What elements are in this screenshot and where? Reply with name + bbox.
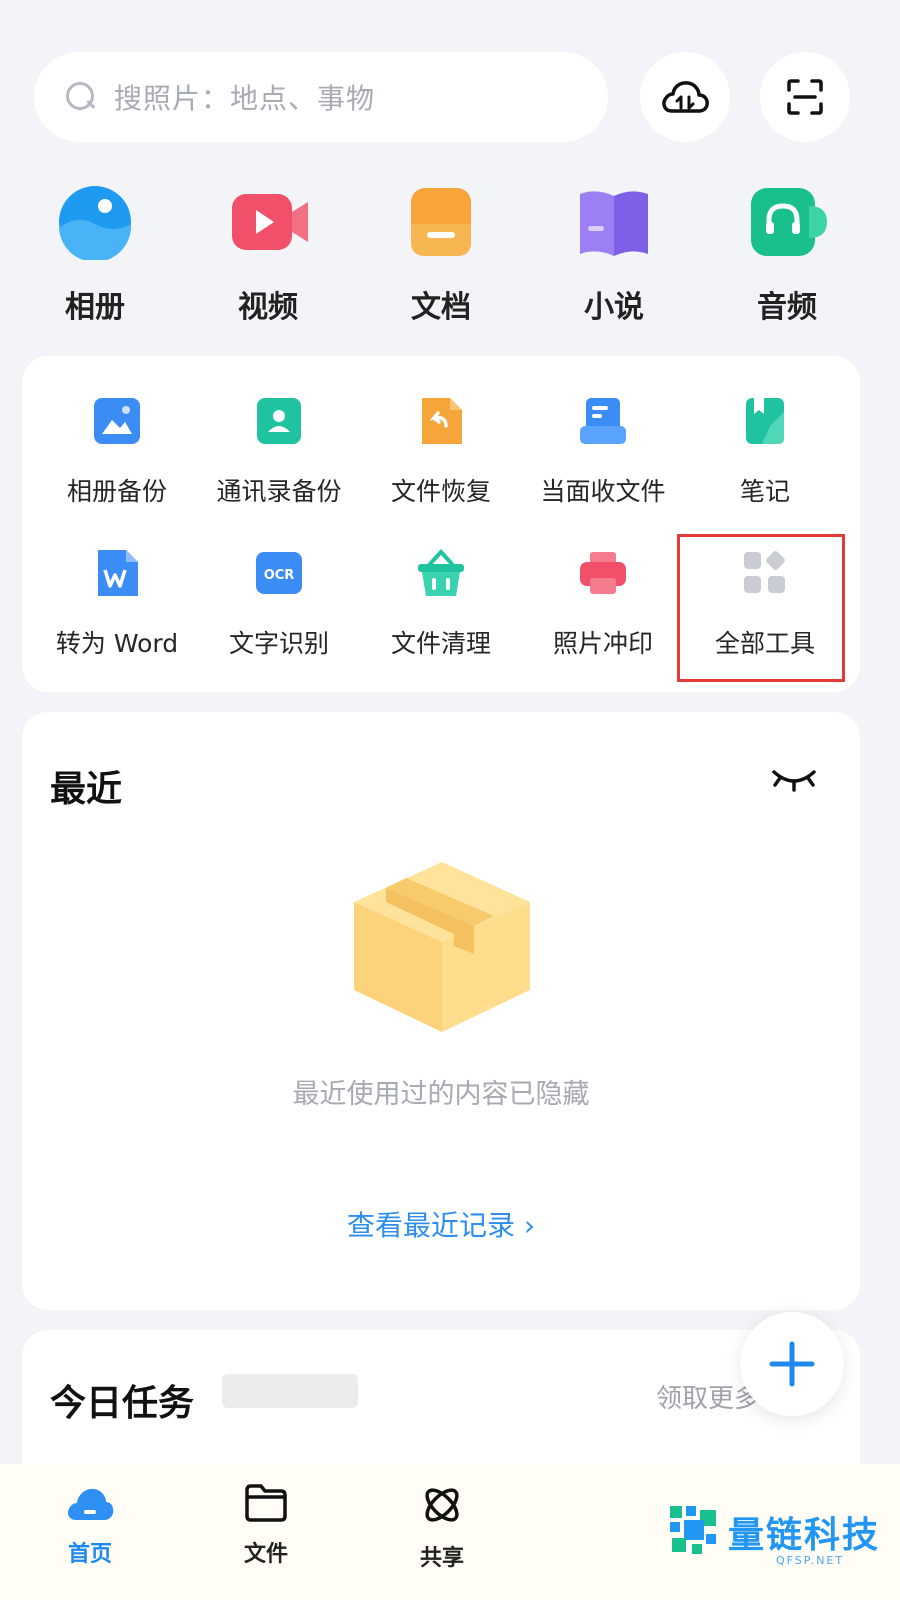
category-label: 小说 bbox=[584, 290, 644, 325]
tool-to-word[interactable]: 转为 Word bbox=[32, 548, 202, 660]
home-cloud-icon bbox=[68, 1488, 114, 1520]
nav-home[interactable]: 首页 bbox=[30, 1482, 150, 1568]
highlight-box bbox=[677, 534, 845, 682]
folder-icon bbox=[245, 1484, 287, 1522]
tool-contacts-backup[interactable]: 通讯录备份 bbox=[194, 396, 364, 508]
notes-icon bbox=[740, 396, 790, 446]
book-icon bbox=[576, 184, 652, 260]
category-document[interactable]: 文档 bbox=[366, 180, 516, 326]
tool-file-clean[interactable]: 文件清理 bbox=[356, 548, 526, 660]
photo-backup-icon bbox=[92, 396, 142, 446]
watermark-text: 量链科技 bbox=[728, 1515, 881, 1556]
search-placeholder: 搜照片：地点、事物 bbox=[114, 82, 376, 115]
category-novel[interactable]: 小说 bbox=[539, 180, 689, 326]
word-icon bbox=[92, 548, 142, 598]
tool-label: 转为 Word bbox=[55, 629, 179, 658]
tool-label: 通讯录备份 bbox=[216, 477, 342, 506]
contacts-backup-icon bbox=[254, 396, 304, 446]
category-audio[interactable]: 音频 bbox=[712, 180, 862, 326]
scan-icon bbox=[787, 79, 823, 115]
nav-share[interactable]: 共享 bbox=[382, 1482, 502, 1572]
file-restore-icon bbox=[416, 396, 466, 446]
tool-photo-print[interactable]: 照片冲印 bbox=[518, 548, 688, 660]
watermark-sub: QFSP.NET bbox=[776, 1554, 845, 1567]
category-album[interactable]: 相册 bbox=[20, 180, 170, 326]
photo-print-icon bbox=[578, 548, 628, 598]
tasks-title: 今日任务 bbox=[50, 1383, 195, 1424]
empty-box-illustration bbox=[350, 858, 534, 1040]
scan-button[interactable] bbox=[760, 52, 850, 142]
audio-icon bbox=[749, 184, 827, 260]
search-bar[interactable]: 搜照片：地点、事物 bbox=[34, 52, 608, 142]
add-button[interactable] bbox=[740, 1312, 844, 1416]
hide-eye-button[interactable] bbox=[770, 764, 818, 798]
category-label: 相册 bbox=[65, 290, 125, 325]
ocr-glyph: OCR bbox=[264, 568, 295, 583]
empty-text: 最近使用过的内容已隐藏 bbox=[292, 1079, 590, 1110]
tool-file-restore[interactable]: 文件恢复 bbox=[356, 396, 526, 508]
ocr-icon: OCR bbox=[254, 548, 304, 598]
share-icon bbox=[425, 1488, 459, 1522]
nav-files[interactable]: 文件 bbox=[206, 1482, 326, 1568]
category-label: 文档 bbox=[411, 290, 471, 325]
album-icon bbox=[57, 184, 133, 263]
eye-closed-icon bbox=[772, 770, 816, 792]
cloud-transfer-button[interactable] bbox=[640, 52, 730, 142]
tool-label: 文件恢复 bbox=[390, 477, 491, 506]
search-icon bbox=[64, 80, 98, 114]
watermark-logo bbox=[670, 1506, 716, 1554]
tool-notes[interactable]: 笔记 bbox=[680, 396, 850, 508]
tool-label: 相册备份 bbox=[66, 477, 167, 506]
view-recent-link[interactable]: 查看最近记录 › bbox=[22, 1204, 860, 1244]
category-row: 相册 视频 文档 小说 音频 bbox=[0, 180, 900, 330]
tool-photo-backup[interactable]: 相册备份 bbox=[32, 396, 202, 508]
recent-title: 最近 bbox=[50, 769, 123, 810]
tool-label: 文字识别 bbox=[228, 629, 329, 658]
category-label: 音频 bbox=[757, 290, 817, 325]
plus-icon bbox=[769, 1341, 815, 1387]
tool-label: 照片冲印 bbox=[552, 629, 653, 658]
tool-label: 当面收文件 bbox=[540, 477, 666, 506]
nav-label: 文件 bbox=[243, 1542, 288, 1567]
category-label: 视频 bbox=[238, 290, 298, 325]
nav-label: 共享 bbox=[419, 1546, 464, 1571]
tool-label: 文件清理 bbox=[390, 629, 491, 658]
video-icon bbox=[230, 184, 308, 260]
watermark: 量链科技 QFSP.NET bbox=[664, 1502, 894, 1594]
nav-label: 首页 bbox=[67, 1542, 112, 1567]
document-icon bbox=[403, 184, 479, 260]
receive-file-icon bbox=[578, 396, 628, 446]
tasks-blurred-info bbox=[222, 1374, 358, 1408]
tools-card: 相册备份 通讯录备份 文件恢复 当面收文件 笔记 转为 Word OCR 文字识… bbox=[22, 356, 860, 692]
tool-receive-file[interactable]: 当面收文件 bbox=[518, 396, 688, 508]
category-video[interactable]: 视频 bbox=[193, 180, 343, 326]
tool-label: 笔记 bbox=[739, 477, 790, 506]
clean-basket-icon bbox=[416, 548, 466, 598]
tool-ocr[interactable]: OCR 文字识别 bbox=[194, 548, 364, 660]
cloud-transfer-icon bbox=[662, 81, 709, 113]
recent-card: 最近 最近使用过的内容已隐藏 查看最近记录 › bbox=[22, 712, 860, 1310]
